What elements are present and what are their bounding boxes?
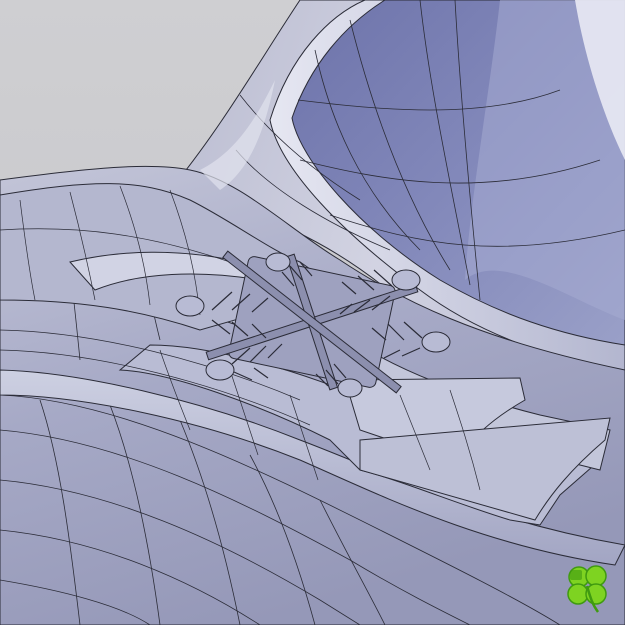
four-leaf-clover-icon <box>567 565 607 613</box>
mesh-render <box>0 0 625 625</box>
cad-viewport[interactable] <box>0 0 625 625</box>
